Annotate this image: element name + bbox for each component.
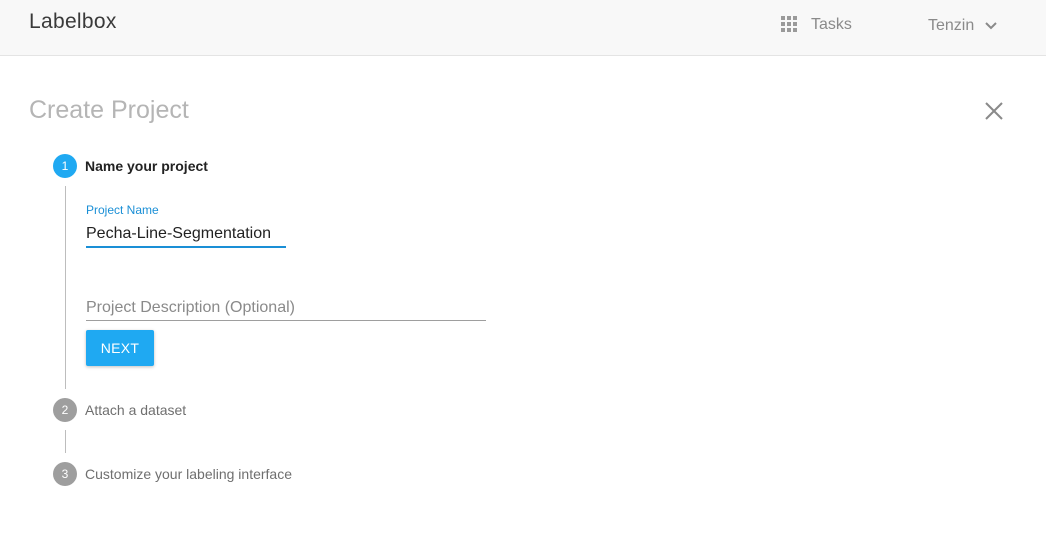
tasks-link[interactable]: Tasks xyxy=(811,16,852,34)
close-icon[interactable] xyxy=(984,101,1004,121)
user-name: Tenzin xyxy=(928,17,975,34)
project-name-label: Project Name xyxy=(86,203,159,217)
step-connector xyxy=(65,186,66,389)
labelbox-logo[interactable]: Labelbox xyxy=(29,10,117,34)
step-label-customize-interface[interactable]: Customize your labeling interface xyxy=(85,466,292,482)
step-label-attach-dataset[interactable]: Attach a dataset xyxy=(85,402,186,418)
step-label-name-project: Name your project xyxy=(85,158,208,174)
user-menu[interactable]: Tenzin xyxy=(928,16,998,36)
step-connector xyxy=(65,430,66,453)
top-app-bar: Labelbox Tasks Tenzin xyxy=(0,0,1046,56)
project-name-input[interactable] xyxy=(86,222,286,248)
step-number-1: 1 xyxy=(53,154,77,178)
apps-grid-icon[interactable] xyxy=(781,16,797,32)
step-number-3: 3 xyxy=(53,462,77,486)
step-number-2: 2 xyxy=(53,398,77,422)
next-button[interactable]: NEXT xyxy=(86,330,154,366)
project-description-input[interactable] xyxy=(86,296,486,321)
page-title: Create Project xyxy=(29,96,189,124)
chevron-down-icon xyxy=(985,22,997,30)
